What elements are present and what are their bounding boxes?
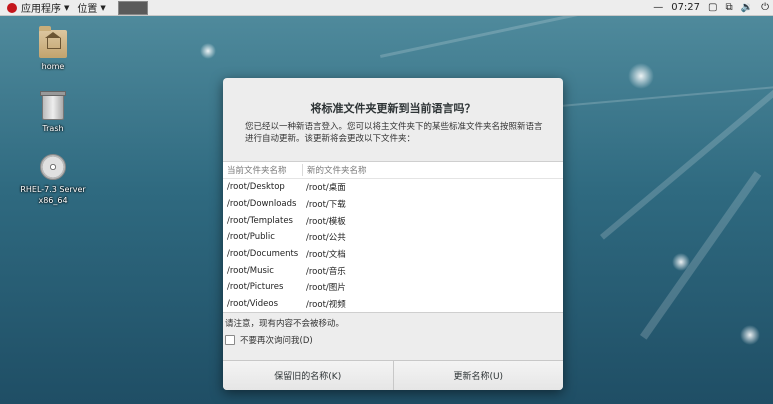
dash-icon: — [653, 2, 664, 13]
cell-new: /root/公共 [306, 233, 346, 244]
update-folders-dialog: 将标准文件夹更新到当前语言吗？ 您已经以一种新语言登入。您可以将主文件夹下的某些… [223, 78, 563, 390]
table-row[interactable]: /root/Pictures/root/图片 [223, 279, 563, 296]
table-row[interactable]: /root/Public/root/公共 [223, 229, 563, 246]
cell-new: /root/图片 [306, 283, 346, 294]
trash-icon [40, 91, 66, 120]
table-row[interactable]: /root/Music/root/音乐 [223, 262, 563, 279]
window-icon[interactable]: ▢ [708, 2, 717, 13]
decor-streak [560, 78, 773, 107]
desktop-icon-home[interactable]: home [18, 26, 88, 71]
cell-current: /root/Videos [227, 299, 279, 310]
decor-streak [640, 171, 762, 340]
cell-current: /root/Music [227, 265, 274, 276]
dialog-title: 将标准文件夹更新到当前语言吗？ [310, 102, 476, 115]
clock[interactable]: 07:27 [671, 2, 700, 13]
redhat-logo-icon [7, 2, 17, 13]
cell-current: /root/Pictures [227, 282, 284, 293]
table-row[interactable]: /root/Videos/root/视频 [223, 296, 563, 313]
cell-new: /root/视频 [306, 300, 346, 311]
workspace-thumbnail[interactable] [117, 0, 148, 15]
desktop-icon-label: home [41, 62, 65, 71]
desktop-icon-label: Trash [42, 124, 64, 133]
column-header-current[interactable]: 当前文件夹名称 [223, 164, 303, 176]
decor-glow [672, 253, 690, 271]
disc-icon [40, 154, 66, 180]
cell-new: /root/文档 [306, 250, 346, 261]
network-icon[interactable]: ⧉ [725, 2, 732, 13]
decor-glow [628, 63, 654, 89]
table-row[interactable]: /root/Desktop/root/桌面 [223, 179, 563, 196]
power-icon[interactable]: ⏻ [761, 2, 769, 13]
column-header-new[interactable]: 新的文件夹名称 [303, 164, 367, 176]
dialog-description: 您已经以一种新语言登入。您可以将主文件夹下的某些标准文件夹名按照新语言进行自动更… [245, 122, 543, 144]
update-names-button[interactable]: 更新名称(U) [392, 361, 563, 390]
cell-current: /root/Desktop [227, 182, 285, 193]
table-header: 当前文件夹名称 新的文件夹名称 [223, 162, 563, 179]
keep-old-names-button[interactable]: 保留旧的名称(K) [223, 361, 393, 390]
cell-current: /root/Templates [227, 215, 293, 226]
chevron-down-icon: ▼ [64, 3, 70, 12]
decor-glow [740, 325, 760, 345]
places-menu[interactable]: 位置 ▼ [73, 0, 109, 16]
applications-menu[interactable]: 应用程序 ▼ [0, 0, 73, 15]
cell-new: /root/音乐 [306, 266, 346, 277]
desktop-icon-disc[interactable]: RHEL-7.3 Server x86_64 [18, 154, 88, 206]
chevron-down-icon: ▼ [100, 3, 106, 12]
places-menu-label: 位置 [77, 4, 98, 15]
cell-current: /root/Public [227, 232, 275, 243]
dont-ask-checkbox[interactable]: 不要再次询问我(D) [225, 334, 313, 346]
top-panel: 应用程序 ▼ 位置 ▼ — 07:27 ▢ ⧉ 🔉 ⏻ [0, 0, 773, 16]
cell-new: /root/模板 [306, 216, 346, 227]
cell-current: /root/Documents [227, 249, 299, 260]
decor-streak [380, 15, 773, 58]
volume-icon[interactable]: 🔉 [741, 2, 753, 13]
home-folder-icon [39, 26, 67, 58]
dialog-buttons: 保留旧的名称(K) 更新名称(U) [223, 360, 563, 390]
folder-rename-table: 当前文件夹名称 新的文件夹名称 /root/Desktop/root/桌面 /r… [223, 161, 563, 313]
table-row[interactable]: /root/Documents/root/文档 [223, 246, 563, 263]
dont-ask-label: 不要再次询问我(D) [240, 336, 313, 346]
applications-menu-label: 应用程序 [21, 4, 61, 15]
cell-new: /root/桌面 [306, 183, 346, 194]
notice-text: 请注意，现有内容不会被移动。 [225, 319, 345, 329]
desktop-icon-label: RHEL-7.3 Server x86_64 [20, 185, 86, 205]
cell-new: /root/下载 [306, 200, 346, 211]
checkbox-box[interactable] [225, 335, 235, 345]
table-row[interactable]: /root/Templates/root/模板 [223, 212, 563, 229]
cell-current: /root/Downloads [227, 199, 297, 210]
desktop-icon-trash[interactable]: Trash [18, 91, 88, 133]
decor-glow [200, 43, 216, 59]
table-row[interactable]: /root/Downloads/root/下载 [223, 196, 563, 213]
